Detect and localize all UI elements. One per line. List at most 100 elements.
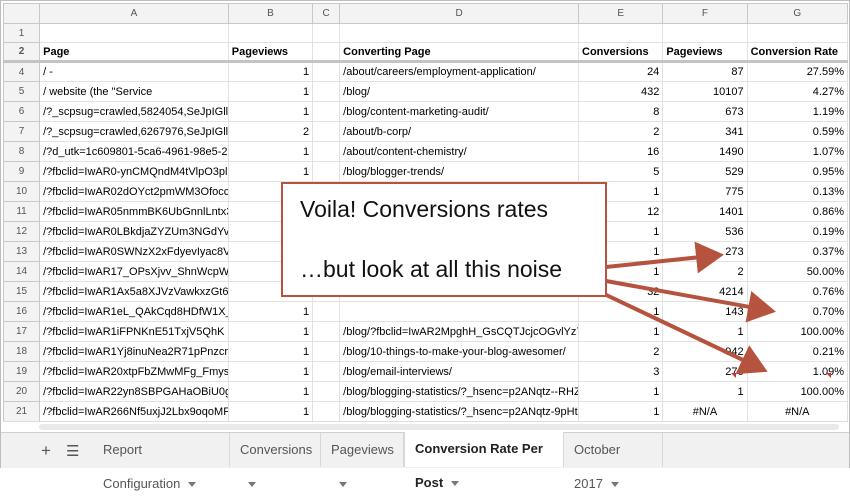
cell-conversions[interactable]: 432 — [578, 81, 664, 102]
cell-pageviews-2[interactable]: 1401 — [662, 201, 748, 222]
row-number[interactable]: 9 — [3, 161, 41, 182]
cell-conversion-rate[interactable]: #N/A — [746, 401, 848, 421]
row-number[interactable]: 21 — [3, 401, 41, 421]
cell[interactable] — [312, 361, 341, 382]
cell-conversion-rate[interactable]: 50.00% — [746, 261, 848, 282]
plus-icon[interactable]: + — [41, 441, 51, 461]
cell-converting-page[interactable] — [339, 301, 580, 322]
cell-page[interactable]: /?fbclid=IwAR22yn8SBPGAHaOBiU0g — [39, 381, 229, 402]
cell-converting-page[interactable]: /blog/content-marketing-audit/ — [339, 101, 580, 122]
cell-conversions[interactable]: 1 — [578, 401, 664, 421]
cell-conversion-rate[interactable]: 0.95% — [746, 161, 848, 182]
cell-pageviews-2[interactable]: 273 — [662, 241, 748, 262]
cell-pageviews[interactable]: 1 — [227, 321, 314, 342]
cell-conversions[interactable]: 2 — [578, 121, 664, 142]
cell[interactable] — [312, 23, 341, 43]
cell-page[interactable]: /?_scpsug=crawled,5824054,SeJpIGll — [39, 101, 229, 122]
cell-pageviews[interactable]: 1 — [227, 381, 314, 402]
cell[interactable] — [662, 23, 748, 43]
cell-pageviews-2[interactable]: 1 — [662, 381, 748, 402]
cell[interactable] — [312, 321, 341, 342]
cell-pageviews[interactable]: 1 — [227, 341, 314, 362]
header-pageviews-2[interactable]: Pageviews — [662, 42, 748, 62]
header-pageviews[interactable]: Pageviews — [227, 42, 314, 62]
cell[interactable] — [39, 23, 229, 43]
cell[interactable] — [312, 121, 341, 142]
cell-pageviews[interactable]: 1 — [227, 361, 314, 382]
row-number[interactable]: 10 — [3, 181, 41, 202]
cell-page[interactable]: /?fbclid=IwAR0LBkdjaZYZUm3NGdYv — [39, 221, 229, 242]
cell-converting-page[interactable]: /about/content-chemistry/ — [339, 141, 580, 162]
row-number[interactable]: 1 — [3, 23, 41, 43]
row-number[interactable]: 16 — [3, 301, 41, 322]
row-number[interactable]: 7 — [3, 121, 41, 142]
cell-pageviews-2[interactable]: #N/A — [662, 401, 748, 421]
tab-conversion-rate-per-post[interactable]: Conversion Rate Per Post — [404, 432, 564, 490]
horizontal-scrollbar[interactable] — [3, 421, 848, 432]
cell-conversion-rate[interactable]: 0.76% — [746, 281, 848, 302]
cell-conversion-rate[interactable]: 27.59% — [746, 60, 848, 82]
cell[interactable] — [746, 23, 848, 43]
cell-pageviews-2[interactable]: 673 — [662, 101, 748, 122]
cell-converting-page[interactable]: /blog/10-things-to-make-your-blog-awesom… — [339, 341, 580, 362]
cell-pageviews[interactable]: 1 — [227, 60, 314, 82]
scrollbar-thumb[interactable] — [39, 424, 839, 430]
cell-pageviews[interactable]: 1 — [227, 301, 314, 322]
cell-pageviews-2[interactable]: 536 — [662, 221, 748, 242]
column-header-f[interactable]: F — [662, 3, 748, 24]
row-number[interactable]: 20 — [3, 381, 41, 402]
cell-page[interactable]: / - — [39, 60, 229, 82]
cell-conversion-rate[interactable]: 0.37% — [746, 241, 848, 262]
row-number[interactable]: 14 — [3, 261, 41, 282]
cell-pageviews-2[interactable]: 276 — [662, 361, 748, 382]
cell-conversion-rate[interactable]: 0.86% — [746, 201, 848, 222]
cell-pageviews[interactable]: 2 — [227, 121, 314, 142]
cell-conversion-rate[interactable]: 0.13% — [746, 181, 848, 202]
column-header-a[interactable]: A — [39, 3, 229, 24]
column-header-d[interactable]: D — [339, 3, 580, 24]
column-header-b[interactable]: B — [227, 3, 314, 24]
cell-page[interactable]: /?fbclid=IwAR1iFPNKnE51TxjV5QhK — [39, 321, 229, 342]
cell-pageviews-2[interactable]: 4214 — [662, 281, 748, 302]
row-number[interactable]: 4 — [3, 60, 41, 82]
cell[interactable] — [312, 101, 341, 122]
tab-conversions[interactable]: Conversions — [230, 433, 321, 488]
cell-pageviews-2[interactable]: 10107 — [662, 81, 748, 102]
header-page[interactable]: Page — [39, 42, 229, 62]
cell[interactable] — [312, 60, 341, 82]
column-header-c[interactable]: C — [312, 3, 341, 24]
cell-conversions[interactable]: 8 — [578, 101, 664, 122]
cell-page[interactable]: /?_scpsug=crawled,6267976,SeJpIGll — [39, 121, 229, 142]
cell-conversion-rate[interactable]: 0.59% — [746, 121, 848, 142]
sheet-list-icon[interactable]: ☰ — [66, 442, 79, 460]
cell-converting-page[interactable]: /blog/blogger-trends/ — [339, 161, 580, 182]
cell-conversions[interactable]: 1 — [578, 381, 664, 402]
cell-page[interactable]: /?fbclid=IwAR1Ax5a8XJVzVawkxzGt6 — [39, 281, 229, 302]
cell-conversion-rate[interactable]: 100.00% — [746, 381, 848, 402]
cell-page[interactable]: /?fbclid=IwAR1Yj8inuNea2R71pPnzcr — [39, 341, 229, 362]
cell-page[interactable]: / website (the "Service — [39, 81, 229, 102]
cell-conversion-rate[interactable]: 1.19% — [746, 101, 848, 122]
cell-page[interactable]: /?fbclid=IwAR05nmmBK6UbGnnlLntx3 — [39, 201, 229, 222]
cell[interactable] — [312, 341, 341, 362]
row-number[interactable]: 2 — [3, 42, 41, 62]
cell-conversions[interactable]: 1 — [578, 301, 664, 322]
cell[interactable] — [339, 23, 580, 43]
cell-page[interactable]: /?fbclid=IwAR02dOYct2pmWM3Ofocc — [39, 181, 229, 202]
select-all-corner[interactable] — [3, 3, 41, 24]
row-number[interactable]: 12 — [3, 221, 41, 242]
cell[interactable] — [227, 23, 314, 43]
cell-conversion-rate[interactable]: 1.07% — [746, 141, 848, 162]
header-conversions[interactable]: Conversions — [578, 42, 664, 62]
cell-pageviews[interactable]: 1 — [227, 161, 314, 182]
cell-pageviews[interactable]: 1 — [227, 81, 314, 102]
cell[interactable] — [312, 401, 341, 421]
column-header-e[interactable]: E — [578, 3, 664, 24]
row-number[interactable]: 11 — [3, 201, 41, 222]
row-number[interactable]: 5 — [3, 81, 41, 102]
cell[interactable] — [312, 301, 341, 322]
cell-pageviews-2[interactable]: 2 — [662, 261, 748, 282]
cell-pageviews[interactable]: 1 — [227, 101, 314, 122]
cell-pageviews-2[interactable]: 87 — [662, 60, 748, 82]
cell-page[interactable]: /?fbclid=IwAR266Nf5uxjJ2Lbx9oqoMF — [39, 401, 229, 421]
